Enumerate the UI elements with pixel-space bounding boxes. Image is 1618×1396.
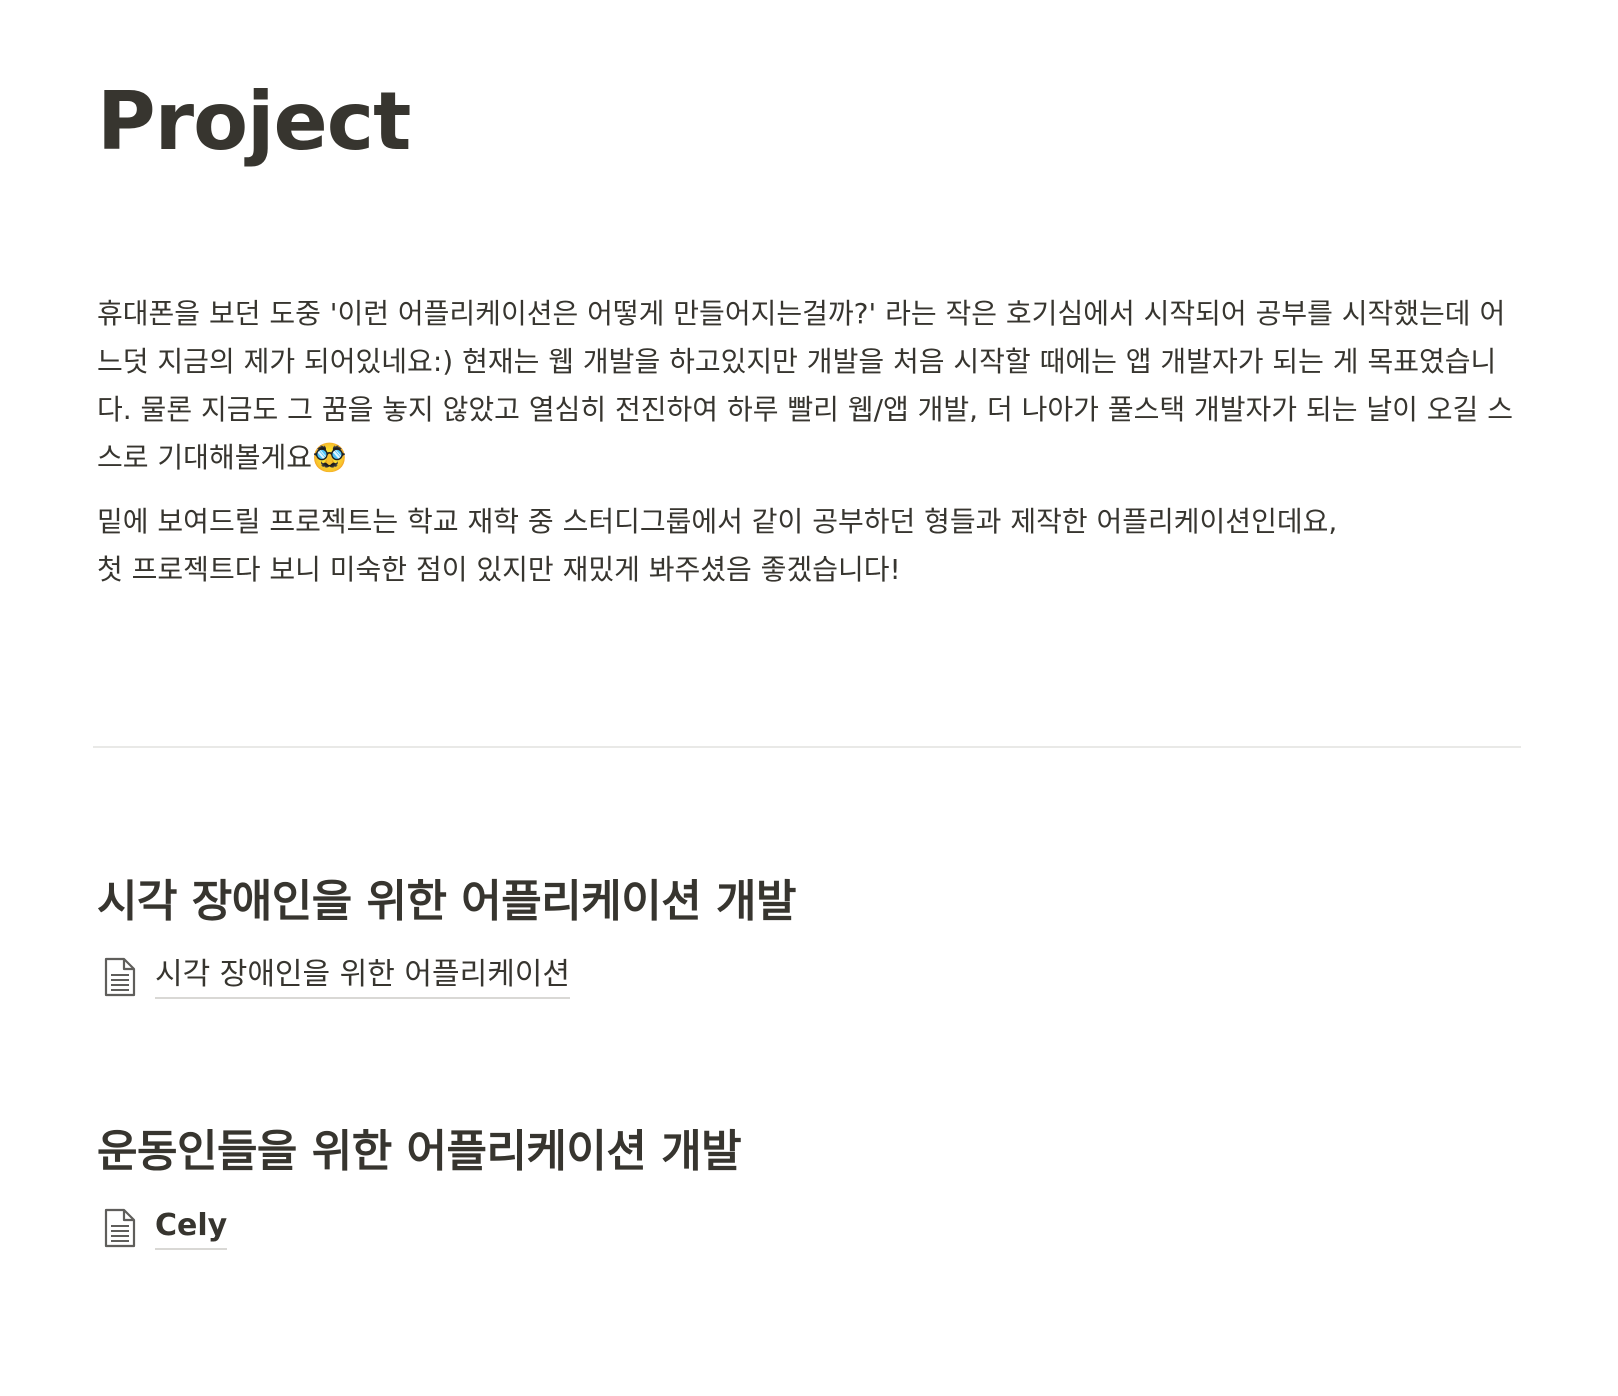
page-document-icon [103,1208,137,1248]
intro-paragraph-1: 휴대폰을 보던 도중 '이런 어플리케이션은 어떻게 만들어지는걸까?' 라는 … [97,297,1513,474]
section-heading-visual-impaired-app: 시각 장애인을 위한 어플리케이션 개발 [97,876,796,927]
page-link-cely[interactable]: Cely [103,1204,228,1252]
page-title: Project [97,75,411,168]
section-heading-fitness-app: 운동인들을 위한 어플리케이션 개발 [97,1126,742,1177]
page-link-visual-impaired-app[interactable]: 시각 장애인을 위한 어플리케이션 [103,953,571,1001]
page-link-label: Cely [155,1206,228,1250]
intro-paragraph-2: 밑에 보여드릴 프로젝트는 학교 재학 중 스터디그룹에서 같이 공부하던 형들… [97,498,1521,594]
page-document-icon [103,957,137,997]
divider [93,746,1521,748]
intro-paragraph-2-line-1: 밑에 보여드릴 프로젝트는 학교 재학 중 스터디그룹에서 같이 공부하던 형들… [97,505,1338,538]
intro-paragraph-2-line-2: 첫 프로젝트다 보니 미숙한 점이 있지만 재밌게 봐주셨음 좋겠습니다! [97,553,901,586]
intro-text-block: 휴대폰을 보던 도중 '이런 어플리케이션은 어떻게 만들어지는걸까?' 라는 … [97,290,1521,594]
page-link-label: 시각 장애인을 위한 어플리케이션 [155,955,571,999]
